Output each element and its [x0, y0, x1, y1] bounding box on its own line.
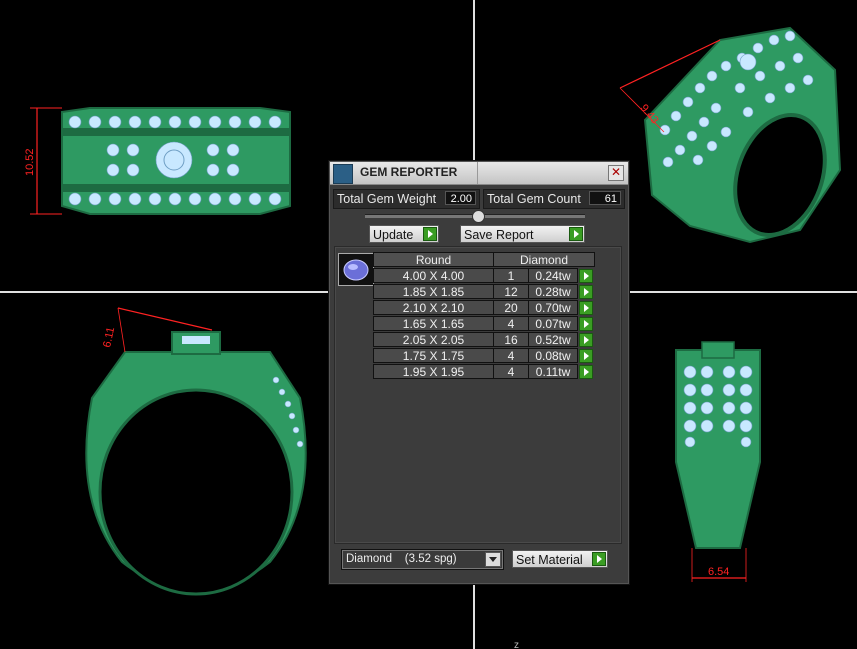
dimension-side-width-label: 6.54 [708, 566, 729, 578]
panel-splitter-handle[interactable] [472, 210, 485, 223]
total-gem-count-field: Total Gem Count 61 [483, 189, 625, 209]
set-material-button-label: Set Material [516, 553, 583, 567]
row-select-arrow-icon[interactable] [579, 285, 593, 299]
chevron-down-icon[interactable] [485, 552, 501, 567]
gem-weight-cell: 0.70tw [528, 300, 578, 315]
total-gem-weight-value: 2.00 [445, 191, 476, 205]
gem-weight-cell: 0.08tw [528, 348, 578, 363]
update-arrow-icon[interactable] [423, 227, 437, 241]
gem-size-cell: 1.65 X 1.65 [373, 316, 494, 331]
gem-size-cell: 2.10 X 2.10 [373, 300, 494, 315]
round-diamond-icon [343, 259, 369, 281]
total-gem-count-value: 61 [589, 191, 621, 205]
gem-weight-cell: 0.28tw [528, 284, 578, 299]
save-report-button-label: Save Report [464, 228, 534, 242]
save-report-arrow-icon[interactable] [569, 227, 583, 241]
round-gem-thumbnail [338, 253, 374, 286]
dimension-width-label: 6.11 [101, 326, 117, 349]
gem-weight-cell: 0.07tw [528, 316, 578, 331]
gem-count-cell: 4 [493, 316, 529, 331]
gem-count-cell: 4 [493, 364, 529, 379]
row-select-arrow-icon[interactable] [579, 317, 593, 331]
gem-weight-cell: 0.52tw [528, 332, 578, 347]
axis-marker: z [514, 640, 519, 649]
material-select[interactable]: Diamond (3.52 spg) [341, 549, 504, 570]
gem-weight-cell: 0.24tw [528, 268, 578, 283]
gem-count-cell: 4 [493, 348, 529, 363]
ring-front-view[interactable]: 6.11 [85, 307, 307, 596]
ring-side-view[interactable]: 6.54 [675, 341, 761, 582]
total-gem-count-label: Total Gem Count [487, 192, 581, 206]
close-button[interactable]: ✕ [608, 165, 624, 181]
row-select-arrow-icon[interactable] [579, 269, 593, 283]
window-title: GEM REPORTER [360, 165, 458, 179]
title-bar[interactable]: GEM REPORTER ✕ [330, 162, 628, 185]
title-divider [477, 162, 478, 184]
gem-count-cell: 20 [493, 300, 529, 315]
gem-count-cell: 16 [493, 332, 529, 347]
gem-weight-cell: 0.11tw [528, 364, 578, 379]
gem-count-cell: 1 [493, 268, 529, 283]
gem-size-cell: 2.05 X 2.05 [373, 332, 494, 347]
gem-size-cell: 4.00 X 4.00 [373, 268, 494, 283]
update-button-label: Update [373, 228, 414, 242]
gem-size-cell: 1.75 X 1.75 [373, 348, 494, 363]
set-material-arrow-icon[interactable] [592, 552, 606, 566]
gem-reporter-icon [333, 164, 353, 184]
row-select-arrow-icon[interactable] [579, 349, 593, 363]
material-column-header: Diamond [493, 252, 595, 267]
ring-top-view[interactable]: 10.52 [24, 107, 291, 215]
total-gem-weight-label: Total Gem Weight [337, 192, 437, 206]
save-report-button[interactable]: Save Report [460, 225, 585, 243]
ring-perspective-view[interactable]: 9.43 [619, 26, 842, 248]
shape-column-header: Round [373, 252, 494, 267]
gem-size-cell: 1.95 X 1.95 [373, 364, 494, 379]
gem-size-cell: 1.85 X 1.85 [373, 284, 494, 299]
row-select-arrow-icon[interactable] [579, 301, 593, 315]
material-select-value: Diamond (3.52 spg) [346, 553, 457, 565]
total-gem-weight-field: Total Gem Weight 2.00 [333, 189, 480, 209]
row-select-arrow-icon[interactable] [579, 365, 593, 379]
dimension-height-label: 10.52 [24, 148, 36, 176]
gem-count-cell: 12 [493, 284, 529, 299]
row-select-arrow-icon[interactable] [579, 333, 593, 347]
